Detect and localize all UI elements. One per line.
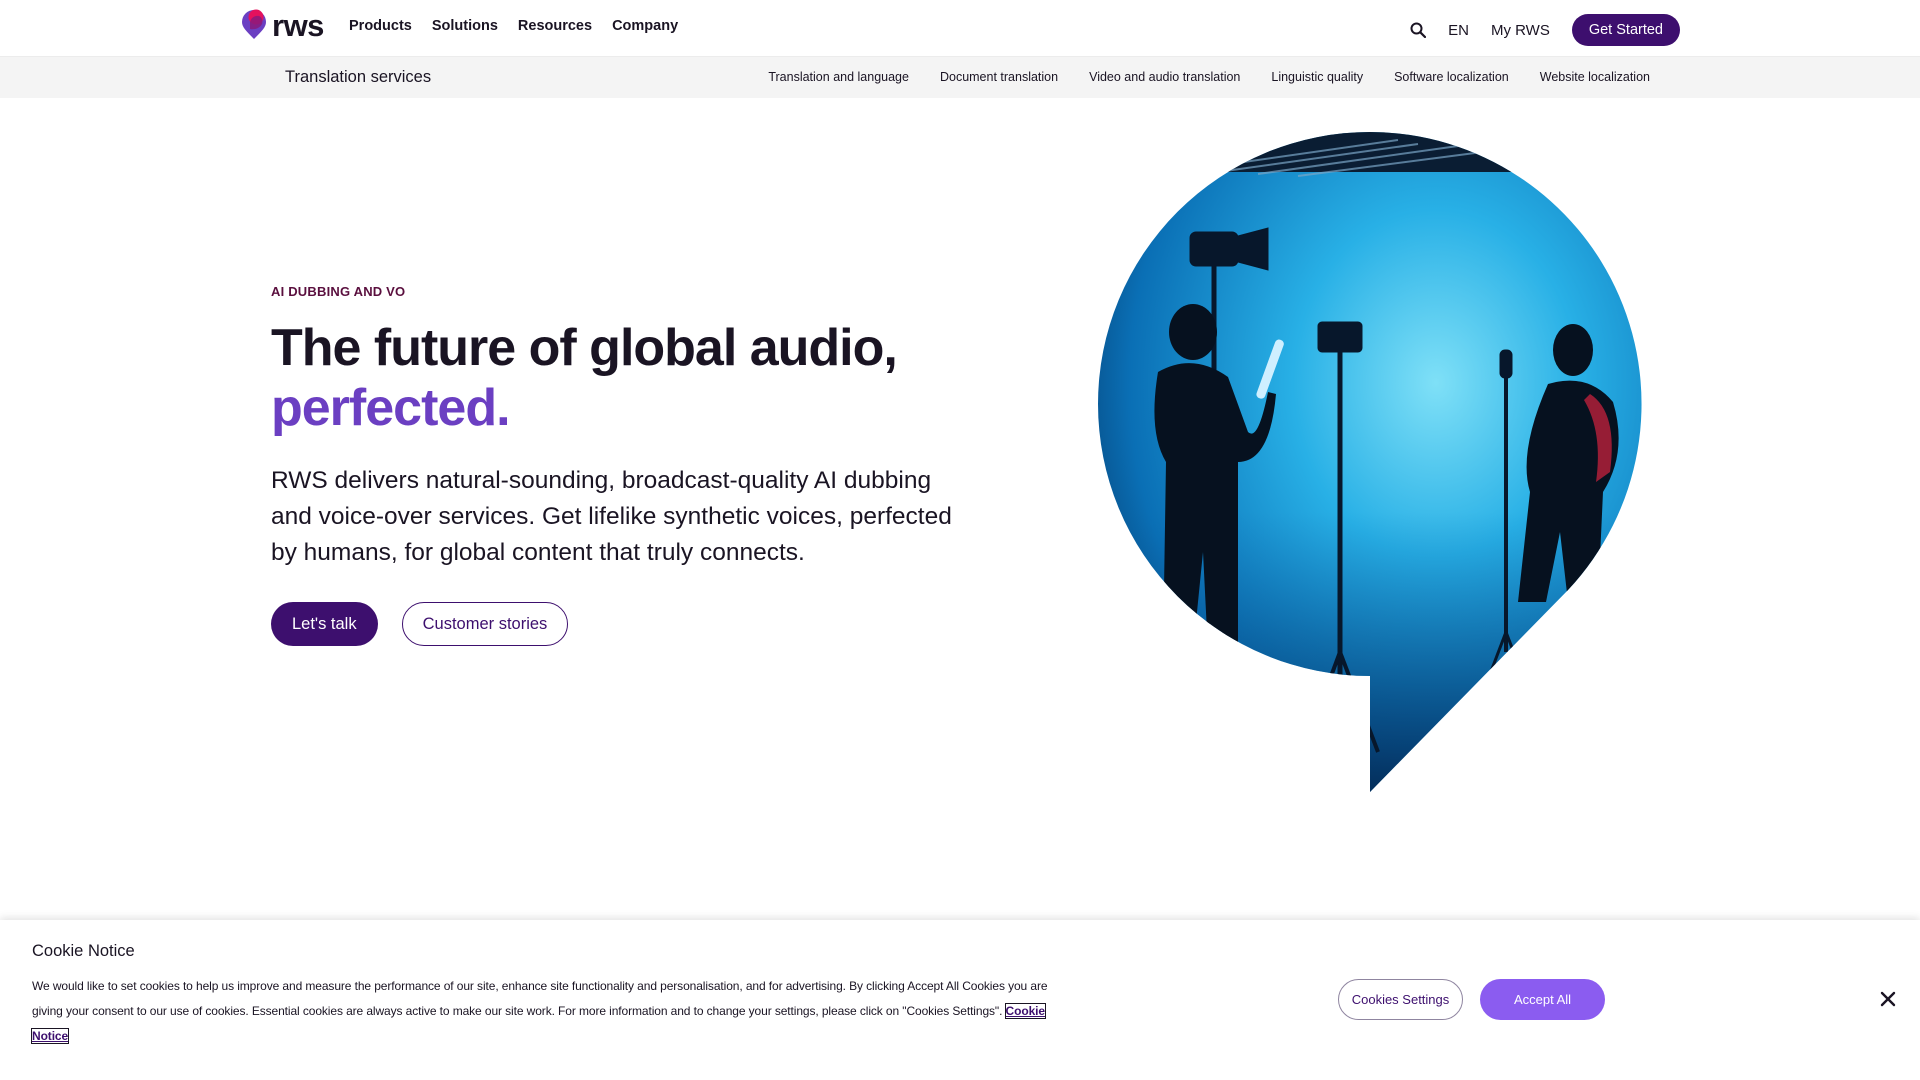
subnav-link-website-localization[interactable]: Website localization xyxy=(1540,70,1650,84)
logo-wordmark: rws xyxy=(272,7,324,43)
cookie-banner-body: We would like to set cookies to help us … xyxy=(32,979,1048,1018)
cookies-settings-button[interactable]: Cookies Settings xyxy=(1338,979,1463,1020)
customer-stories-button[interactable]: Customer stories xyxy=(401,602,569,646)
hero-actions: Let's talk Customer stories xyxy=(271,602,569,646)
close-icon[interactable] xyxy=(1878,989,1898,1009)
hero-title-line1: The future of global audio, xyxy=(271,319,898,377)
main-menu: Products Solutions Resources Company xyxy=(349,18,678,34)
cookie-banner-title: Cookie Notice xyxy=(32,942,135,960)
nav-item-resources[interactable]: Resources xyxy=(518,18,592,34)
my-rws-link[interactable]: My RWS xyxy=(1491,22,1550,39)
rws-logo-icon xyxy=(242,9,266,39)
subnav-links: Translation and language Document transl… xyxy=(768,70,1650,84)
nav-item-company[interactable]: Company xyxy=(612,18,678,34)
rws-logo[interactable]: rws xyxy=(240,9,324,41)
hero-title: The future of global audio, perfected. xyxy=(271,318,991,438)
cookie-banner: Cookie Notice We would like to set cooki… xyxy=(0,920,1920,1080)
language-selector[interactable]: EN xyxy=(1448,22,1469,39)
nav-utilities: EN My RWS Get Started xyxy=(1410,14,1680,46)
cookie-banner-text: We would like to set cookies to help us … xyxy=(31,974,1062,1049)
search-icon[interactable] xyxy=(1410,22,1427,38)
secondary-navigation: Translation services Translation and lan… xyxy=(0,57,1920,98)
top-navigation: rws Products Solutions Resources Company… xyxy=(0,0,1920,57)
nav-item-solutions[interactable]: Solutions xyxy=(432,18,498,34)
subnav-link-translation-and-language[interactable]: Translation and language xyxy=(768,70,909,84)
subnav-link-software-localization[interactable]: Software localization xyxy=(1394,70,1509,84)
subnav-title[interactable]: Translation services xyxy=(285,68,431,87)
subnav-link-video-and-audio-translation[interactable]: Video and audio translation xyxy=(1089,70,1240,84)
hero-title-accent: perfected. xyxy=(271,379,511,437)
nav-item-products[interactable]: Products xyxy=(349,18,412,34)
accept-all-button[interactable]: Accept All xyxy=(1480,979,1605,1020)
subnav-link-document-translation[interactable]: Document translation xyxy=(940,70,1058,84)
subnav-link-linguistic-quality[interactable]: Linguistic quality xyxy=(1271,70,1363,84)
get-started-button[interactable]: Get Started xyxy=(1571,14,1680,46)
hero-eyebrow: AI DUBBING AND VO xyxy=(271,284,406,299)
hero-speech-bubble-image xyxy=(1098,132,1642,792)
hero-description: RWS delivers natural-sounding, broadcast… xyxy=(271,467,952,566)
lets-talk-button[interactable]: Let's talk xyxy=(271,602,378,646)
